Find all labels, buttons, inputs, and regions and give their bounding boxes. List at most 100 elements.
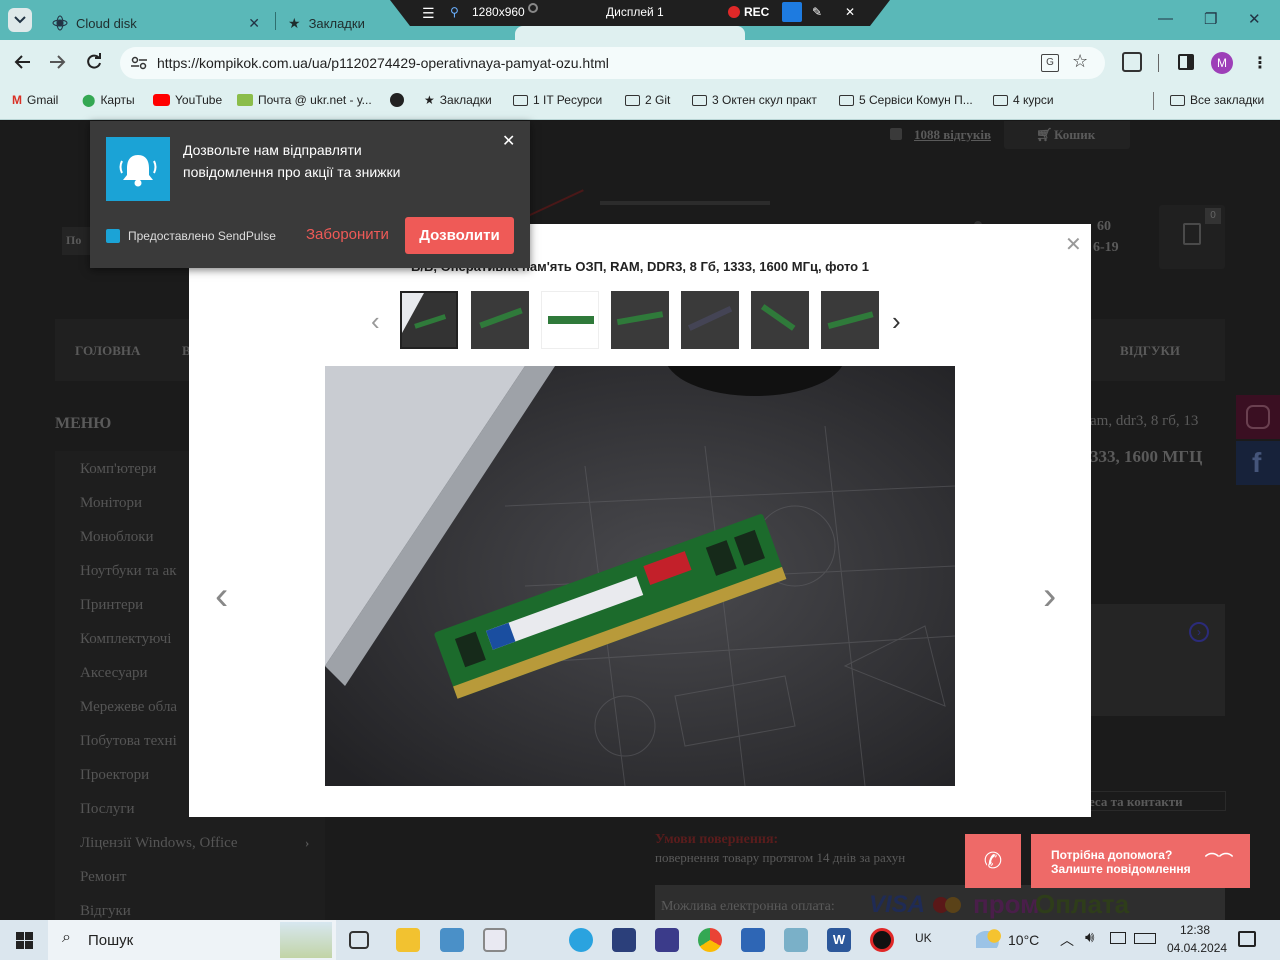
sidebar-item[interactable]: Послуги xyxy=(80,801,135,818)
bookmark-folder-it[interactable]: 1 IT Ресурси xyxy=(513,93,602,107)
thumbnail[interactable] xyxy=(751,291,809,349)
sidebar-item[interactable]: Мережеве обла xyxy=(80,699,177,716)
screenshot-icon[interactable] xyxy=(782,2,802,22)
bookmark-all[interactable]: Все закладки xyxy=(1170,93,1264,107)
rec-label[interactable]: REC xyxy=(744,5,769,19)
sidebar-item[interactable]: Відгуки xyxy=(80,903,131,920)
search-box-edge[interactable]: По xyxy=(62,227,92,255)
sidebar-item[interactable]: Ліцензії Windows, Office xyxy=(80,835,238,852)
callback-button[interactable]: ✆ xyxy=(965,834,1021,888)
back-icon[interactable] xyxy=(13,54,31,70)
sidebar-item[interactable]: Моноблоки xyxy=(80,529,154,546)
task-view-icon[interactable] xyxy=(349,931,369,949)
thumbnail[interactable] xyxy=(681,291,739,349)
weather-icon[interactable] xyxy=(976,928,1002,948)
leave-message-button[interactable]: Потрібна допомога? Залиште повідомлення … xyxy=(1031,834,1250,888)
facebook-button[interactable]: f xyxy=(1236,441,1280,485)
thumbs-next-icon[interactable]: › xyxy=(892,306,901,337)
reviews-link[interactable]: 1088 відгуків xyxy=(914,127,991,143)
close-notification-icon[interactable]: ✕ xyxy=(502,131,515,151)
close-tab-icon[interactable]: ✕ xyxy=(248,15,260,32)
forward-icon[interactable] xyxy=(49,54,67,70)
sidebar-item[interactable]: Аксесуари xyxy=(80,665,148,682)
arrow-circle-icon[interactable]: › xyxy=(1189,622,1209,642)
sidebar-item[interactable]: Проектори xyxy=(80,767,149,784)
profile-avatar[interactable]: M xyxy=(1211,52,1233,74)
instagram-button[interactable] xyxy=(1236,395,1280,439)
app-icon[interactable] xyxy=(784,928,808,952)
translate-icon[interactable]: G xyxy=(1041,54,1059,72)
bookmark-gmail[interactable]: M Gmail xyxy=(12,93,58,107)
more-menu-icon[interactable]: ⋮ xyxy=(1252,53,1268,73)
network-icon[interactable] xyxy=(1110,932,1126,944)
bookmark-folder-courses[interactable]: 4 курси xyxy=(993,93,1054,107)
tab-bookmarks[interactable]: ★ Закладки xyxy=(276,6,406,40)
tab-search-button[interactable] xyxy=(8,8,32,32)
extensions-icon[interactable] xyxy=(1122,52,1142,72)
close-recorder-icon[interactable]: ✕ xyxy=(845,5,855,19)
omnibox[interactable]: https://kompikok.com.ua/ua/p1120274429-o… xyxy=(120,47,1105,79)
deny-button[interactable]: Заборонити xyxy=(306,226,389,243)
word-icon[interactable]: W xyxy=(827,928,851,952)
app-icon[interactable] xyxy=(741,928,765,952)
photo-prev-icon[interactable]: ‹ xyxy=(215,574,228,619)
sidebar-item[interactable]: Принтери xyxy=(80,597,143,614)
sidebar-item[interactable]: Ноутбуки та ак xyxy=(80,563,177,580)
nav-reviews[interactable]: ВІДГУКИ xyxy=(1120,343,1180,359)
bookmark-globe[interactable] xyxy=(390,93,404,107)
photo-next-icon[interactable]: › xyxy=(1043,574,1056,619)
windows-start-icon[interactable] xyxy=(16,932,33,949)
camera-icon[interactable] xyxy=(528,3,538,13)
clock-date[interactable]: 04.04.2024 xyxy=(1167,941,1227,955)
bookmark-zakladky[interactable]: ★ Закладки xyxy=(424,93,492,107)
bookmark-folder-okten[interactable]: 3 Октен скул практ xyxy=(692,93,817,107)
menu-icon[interactable]: ☰ xyxy=(422,5,435,22)
thumbnail[interactable] xyxy=(611,291,669,349)
bookmark-star-icon[interactable]: ☆ xyxy=(1072,51,1088,72)
thumbnail[interactable] xyxy=(471,291,529,349)
app-icon[interactable] xyxy=(483,928,507,952)
app-icon[interactable] xyxy=(612,928,636,952)
site-settings-icon[interactable] xyxy=(130,55,148,71)
thumbnail[interactable] xyxy=(400,291,458,349)
taskbar-search[interactable]: ⌕ Пошук xyxy=(48,920,336,960)
tray-chevron-icon[interactable]: ︿ xyxy=(1060,930,1074,950)
bookmark-folder-git[interactable]: 2 Git xyxy=(625,93,670,107)
cart-button[interactable]: 🛒︎ Кошик xyxy=(1004,121,1130,149)
phone-partial-1[interactable]: 60 xyxy=(1097,219,1111,235)
pin-icon[interactable]: ⚲ xyxy=(450,5,459,19)
sendpulse-credit[interactable]: Предоставлено SendPulse xyxy=(128,229,276,243)
thumbnail[interactable] xyxy=(821,291,879,349)
nav-home[interactable]: ГОЛОВНА xyxy=(75,343,140,359)
chrome-icon[interactable] xyxy=(698,928,722,952)
restore-icon[interactable]: ❐ xyxy=(1204,10,1217,28)
bookmark-youtube[interactable]: YouTube xyxy=(153,93,222,107)
recorder-icon[interactable] xyxy=(870,928,894,952)
minimize-icon[interactable]: — xyxy=(1158,10,1173,27)
sidebar-item[interactable]: Монітори xyxy=(80,495,142,512)
tab-cloud-disk[interactable]: Cloud disk ✕ xyxy=(40,6,272,40)
sidebar-item[interactable]: Побутова техні xyxy=(80,733,177,750)
sidebar-item[interactable]: Комплектуючі xyxy=(80,631,171,648)
thumbnail[interactable] xyxy=(541,291,599,349)
thumbs-prev-icon[interactable]: ‹ xyxy=(371,306,380,337)
file-explorer-icon[interactable] xyxy=(396,928,420,952)
volume-icon[interactable]: 🔊︎ xyxy=(1085,929,1094,946)
reload-icon[interactable] xyxy=(85,53,103,71)
notifications-icon[interactable] xyxy=(1238,931,1256,947)
cart-widget[interactable]: 0 xyxy=(1159,205,1225,269)
address-link-box[interactable]: еса та контакти xyxy=(1080,791,1226,811)
url-text[interactable]: https://kompikok.com.ua/ua/p1120274429-o… xyxy=(157,55,609,71)
phone-partial-2[interactable]: 6-19 xyxy=(1093,240,1119,256)
keyboard-icon[interactable] xyxy=(1134,933,1156,944)
record-dot-icon[interactable] xyxy=(728,6,740,18)
bookmark-folder-services[interactable]: 5 Сервіси Комун П... xyxy=(839,93,973,107)
pen-icon[interactable]: ✎ xyxy=(812,5,822,19)
clock-time[interactable]: 12:38 xyxy=(1180,923,1210,937)
sidebar-item[interactable]: Комп'ютери xyxy=(80,461,156,478)
bookmark-maps[interactable]: ⬤ Карты xyxy=(82,93,135,107)
close-lightbox-icon[interactable]: ✕ xyxy=(1065,232,1082,257)
language-indicator[interactable]: UK xyxy=(915,931,932,945)
sidebar-item[interactable]: Ремонт xyxy=(80,869,126,886)
allow-button[interactable]: Дозволити xyxy=(405,217,514,254)
